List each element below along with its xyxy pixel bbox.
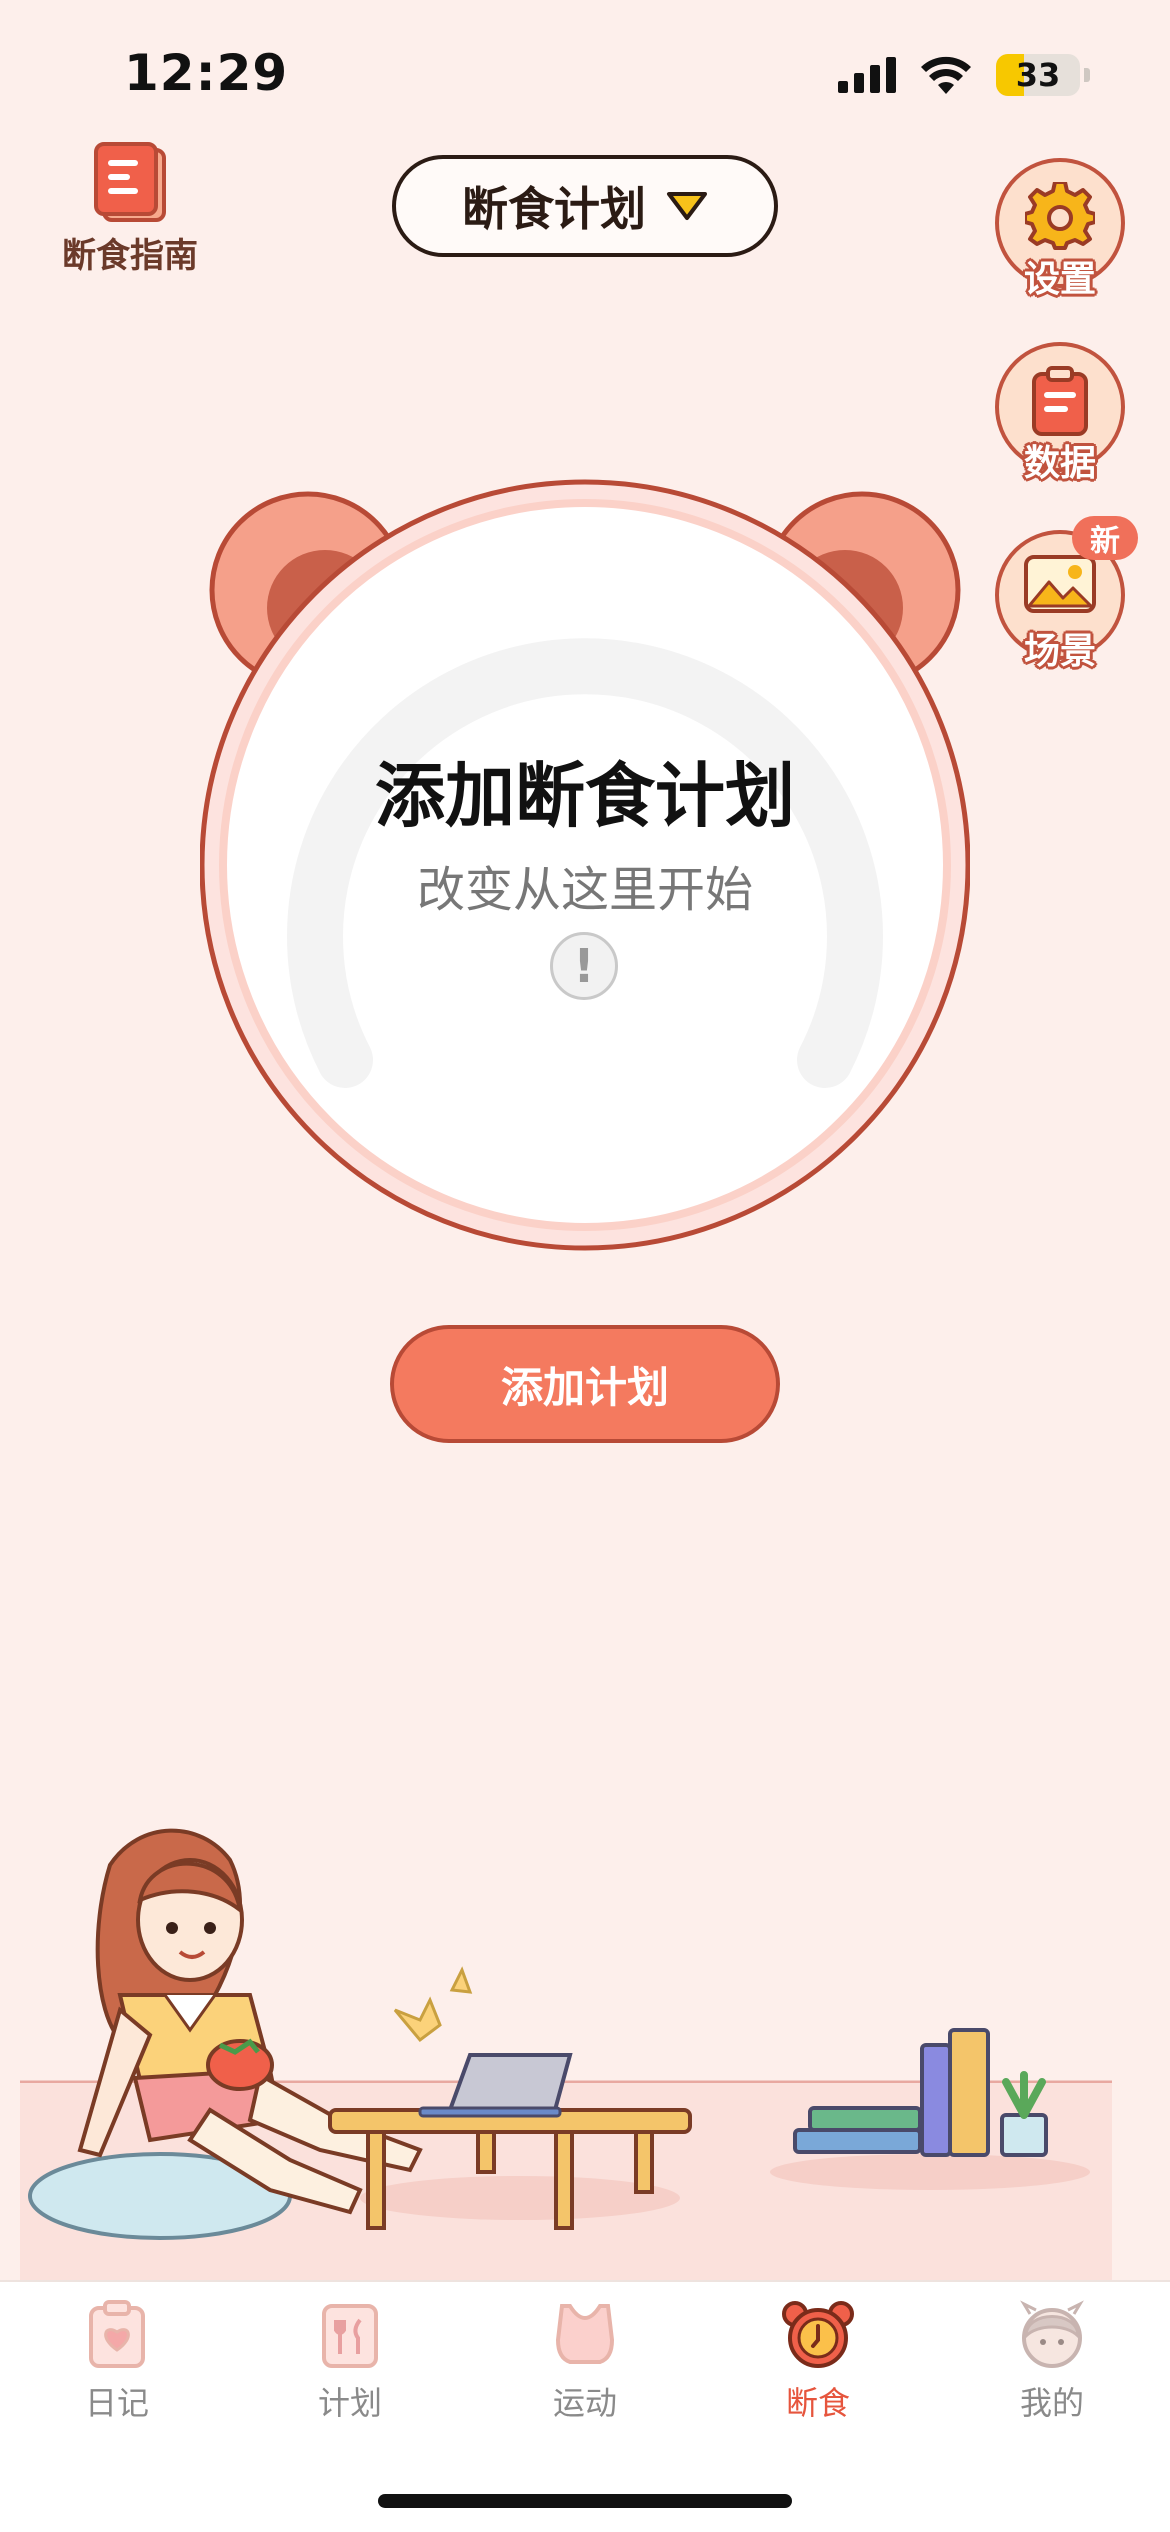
tab-sports[interactable]: 运动 xyxy=(495,2300,675,2470)
tab-label-plan: 计划 xyxy=(317,2384,382,2422)
landscape-picture-icon xyxy=(1024,555,1096,613)
tab-plan[interactable]: 计划 xyxy=(260,2300,440,2470)
fasting-guide-button[interactable]: 断食指南 xyxy=(50,140,210,280)
tab-diary[interactable]: 日记 xyxy=(27,2300,207,2470)
plan-selector-label: 断食计划 xyxy=(462,182,646,236)
scene-button[interactable]: 场景 新 xyxy=(990,516,1138,680)
battery-icon: 33 xyxy=(996,54,1080,96)
tab-mine[interactable]: 我的 xyxy=(962,2300,1142,2470)
sports-bra-icon xyxy=(555,2304,615,2364)
battery-tip xyxy=(1084,68,1090,82)
tab-fasting[interactable]: 断食 xyxy=(728,2300,908,2470)
signal-icon xyxy=(838,57,896,93)
new-badge: 新 xyxy=(1072,516,1138,560)
status-time: 12:29 xyxy=(124,44,289,102)
clock-title: 添加断食计划 xyxy=(375,755,795,837)
status-icons: 33 xyxy=(838,54,1090,96)
alarm-clock-icon xyxy=(782,2301,854,2368)
girl-room-illustration xyxy=(20,1828,1112,2280)
add-plan-button[interactable]: 添加计划 xyxy=(390,1325,780,1443)
settings-button[interactable]: 设置 xyxy=(990,158,1130,308)
home-indicator xyxy=(378,2494,792,2508)
tab-label-diary: 日记 xyxy=(84,2384,149,2422)
battery-percent: 33 xyxy=(1015,56,1061,94)
wifi-icon xyxy=(921,56,971,94)
data-button[interactable]: 数据 xyxy=(990,342,1130,492)
diary-icon xyxy=(89,2300,145,2368)
info-icon[interactable]: ! xyxy=(550,932,618,1000)
status-bar: 12:29 33 xyxy=(0,0,1170,150)
triangle-down-icon xyxy=(667,192,707,220)
guide-book-icon xyxy=(94,142,166,222)
tab-label-fasting: 断食 xyxy=(785,2384,850,2422)
plan-selector-dropdown[interactable]: 断食计划 xyxy=(392,155,778,257)
fasting-clock[interactable]: 添加断食计划 改变从这里开始 ! xyxy=(200,470,970,1260)
data-label: 数据 xyxy=(1023,443,1096,484)
tab-label-sports: 运动 xyxy=(552,2384,617,2422)
gear-icon xyxy=(1025,182,1095,250)
clipboard-icon xyxy=(1032,366,1088,436)
tab-label-mine: 我的 xyxy=(1019,2384,1084,2422)
settings-label: 设置 xyxy=(1023,259,1096,300)
meal-plan-icon xyxy=(322,2304,378,2368)
clock-subtitle: 改变从这里开始 xyxy=(416,862,753,918)
scene-label: 场景 xyxy=(1023,631,1096,672)
guide-label: 断食指南 xyxy=(62,236,198,276)
avatar-icon xyxy=(1020,2300,1084,2368)
